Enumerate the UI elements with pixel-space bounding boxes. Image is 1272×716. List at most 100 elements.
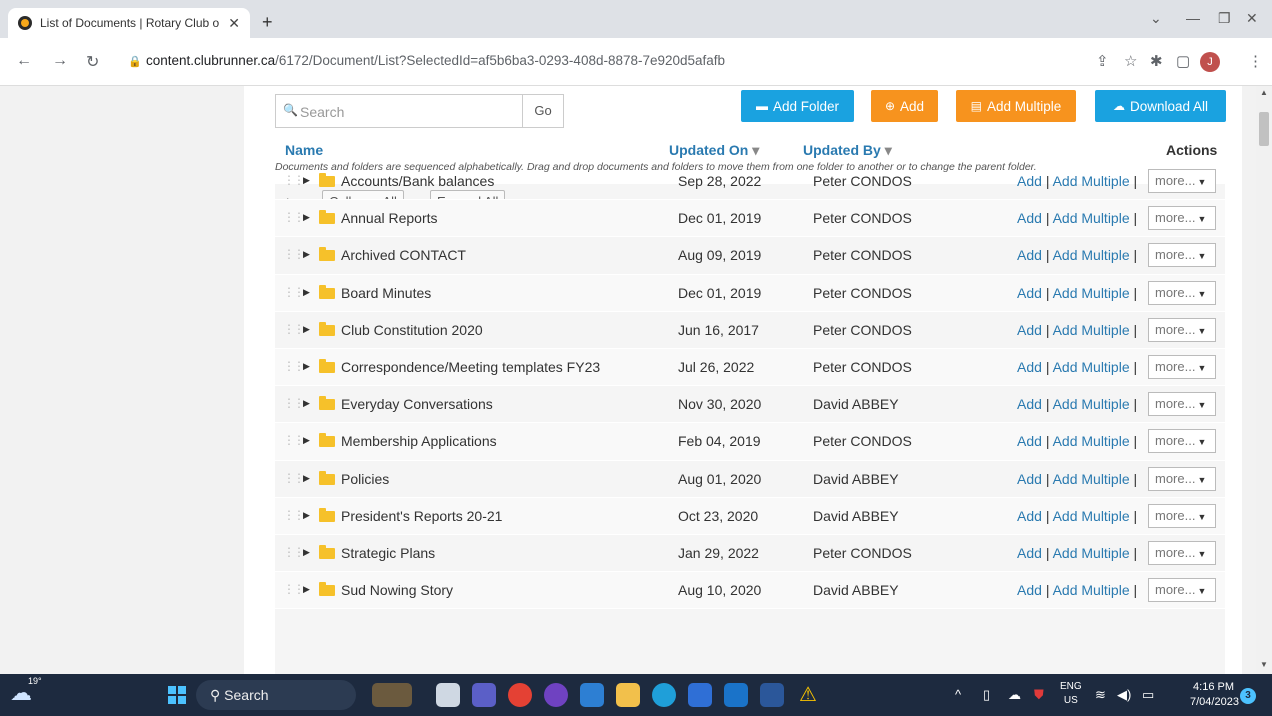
drag-handle-icon[interactable]: ⋮⋮: [283, 210, 305, 224]
row-add-multiple-link[interactable]: Add Multiple: [1053, 582, 1130, 598]
taskbar-search[interactable]: ⚲ Search: [196, 680, 356, 710]
scroll-up-icon[interactable]: ▲: [1260, 88, 1268, 97]
new-tab-button[interactable]: +: [262, 12, 273, 33]
more-dropdown[interactable]: more... ▼: [1148, 243, 1216, 268]
wifi-icon[interactable]: ≋: [1095, 687, 1106, 703]
window-close-icon[interactable]: ✕: [1246, 10, 1258, 27]
row-name[interactable]: Archived CONTACT: [341, 247, 466, 263]
row-name[interactable]: Everyday Conversations: [341, 396, 493, 412]
clock[interactable]: 4:16 PM 7/04/2023: [1190, 680, 1239, 710]
row-add-multiple-link[interactable]: Add Multiple: [1053, 285, 1130, 301]
add-folder-button[interactable]: ▬ Add Folder: [741, 90, 854, 122]
security-icon[interactable]: ⛊: [1034, 687, 1044, 703]
row-add-multiple-link[interactable]: Add Multiple: [1053, 471, 1130, 487]
tray-overflow-icon[interactable]: ^: [955, 687, 961, 702]
row-add-multiple-link[interactable]: Add Multiple: [1053, 173, 1130, 189]
drag-handle-icon[interactable]: ⋮⋮: [283, 582, 305, 596]
expand-caret-icon[interactable]: ▶: [303, 249, 310, 260]
expand-caret-icon[interactable]: ▶: [303, 175, 310, 186]
expand-caret-icon[interactable]: ▶: [303, 398, 310, 409]
store-icon[interactable]: [688, 683, 712, 707]
drag-handle-icon[interactable]: ⋮⋮: [283, 396, 305, 410]
row-name[interactable]: Strategic Plans: [341, 545, 435, 561]
drag-handle-icon[interactable]: ⋮⋮: [283, 359, 305, 373]
row-add-link[interactable]: Add: [1017, 285, 1042, 301]
table-row[interactable]: ⋮⋮ ▶ Everyday Conversations Nov 30, 2020 Dav…: [275, 386, 1225, 424]
drag-handle-icon[interactable]: ⋮⋮: [283, 322, 305, 336]
column-header-updated-by[interactable]: Updated By ▾: [803, 142, 892, 164]
more-dropdown[interactable]: more... ▼: [1148, 169, 1216, 193]
drag-handle-icon[interactable]: ⋮⋮: [283, 471, 305, 485]
add-multiple-button[interactable]: ▤ Add Multiple: [956, 90, 1076, 122]
table-row[interactable]: ⋮⋮ ▶ President's Reports 20-21 Oct 23, 2020…: [275, 497, 1225, 535]
row-add-multiple-link[interactable]: Add Multiple: [1053, 508, 1130, 524]
weather-widget[interactable]: ☁ 19°: [10, 676, 42, 706]
more-dropdown[interactable]: more... ▼: [1148, 280, 1216, 305]
row-add-link[interactable]: Add: [1017, 247, 1042, 263]
expand-caret-icon[interactable]: ▶: [303, 361, 310, 372]
drag-handle-icon[interactable]: ⋮⋮: [283, 173, 305, 187]
vertical-scrollbar[interactable]: ▲ ▼: [1256, 86, 1272, 674]
back-icon[interactable]: ←: [16, 52, 32, 70]
drag-handle-icon[interactable]: ⋮⋮: [283, 247, 305, 261]
app-icon[interactable]: [544, 683, 568, 707]
row-name[interactable]: President's Reports 20-21: [341, 508, 502, 524]
side-panel-icon[interactable]: ▢: [1176, 52, 1190, 70]
battery-icon[interactable]: ▭: [1142, 687, 1154, 703]
chrome-icon[interactable]: [508, 683, 532, 707]
close-tab-icon[interactable]: ✕: [228, 15, 240, 32]
table-row[interactable]: ⋮⋮ ▶ Membership Applications Feb 04, 2019 Pe…: [275, 423, 1225, 461]
table-row[interactable]: ⋮⋮ ▶ Correspondence/Meeting templates FY23…: [275, 348, 1225, 387]
edge-icon[interactable]: [652, 683, 676, 707]
more-dropdown[interactable]: more... ▼: [1148, 540, 1216, 565]
drag-handle-icon[interactable]: ⋮⋮: [283, 508, 305, 522]
row-add-multiple-link[interactable]: Add Multiple: [1053, 359, 1130, 375]
profile-avatar[interactable]: J: [1200, 52, 1220, 72]
column-header-updated-on[interactable]: Updated On ▾: [669, 142, 759, 164]
more-dropdown[interactable]: more... ▼: [1148, 206, 1216, 231]
volume-icon[interactable]: ◀): [1117, 687, 1131, 703]
teams-icon[interactable]: [472, 683, 496, 707]
extensions-icon[interactable]: ✱: [1150, 52, 1163, 70]
file-explorer-icon[interactable]: [616, 683, 640, 707]
bookmark-star-icon[interactable]: ☆: [1124, 52, 1137, 70]
drag-handle-icon[interactable]: ⋮⋮: [283, 545, 305, 559]
warning-icon[interactable]: ⚠: [796, 683, 820, 707]
row-name[interactable]: Board Minutes: [341, 285, 431, 301]
drag-handle-icon[interactable]: ⋮⋮: [283, 433, 305, 447]
go-button[interactable]: Go: [522, 94, 564, 128]
tray-device-icon[interactable]: ▯: [983, 687, 990, 703]
word-icon[interactable]: [760, 683, 784, 707]
more-dropdown[interactable]: more... ▼: [1148, 466, 1216, 491]
expand-caret-icon[interactable]: ▶: [303, 287, 310, 298]
restore-icon[interactable]: ❐: [1218, 10, 1231, 27]
column-header-name[interactable]: Name: [285, 142, 323, 164]
row-add-multiple-link[interactable]: Add Multiple: [1053, 545, 1130, 561]
table-row[interactable]: ⋮⋮ ▶ Annual Reports Dec 01, 2019 Peter CONDO…: [275, 200, 1225, 238]
more-dropdown[interactable]: more... ▼: [1148, 392, 1216, 417]
row-add-link[interactable]: Add: [1017, 210, 1042, 226]
row-add-link[interactable]: Add: [1017, 396, 1042, 412]
expand-caret-icon[interactable]: ▶: [303, 473, 310, 484]
row-name[interactable]: Policies: [341, 471, 389, 487]
row-add-link[interactable]: Add: [1017, 508, 1042, 524]
power-automate-icon[interactable]: [580, 683, 604, 707]
row-add-multiple-link[interactable]: Add Multiple: [1053, 210, 1130, 226]
table-row[interactable]: ⋮⋮ ▶ Sud Nowing Story Aug 10, 2020 David ABB…: [275, 572, 1225, 610]
row-name[interactable]: Sud Nowing Story: [341, 582, 453, 598]
browser-menu-icon[interactable]: ⋮: [1248, 52, 1263, 70]
more-dropdown[interactable]: more... ▼: [1148, 429, 1216, 454]
row-add-multiple-link[interactable]: Add Multiple: [1053, 433, 1130, 449]
download-all-button[interactable]: ☁ Download All: [1095, 90, 1226, 122]
row-add-link[interactable]: Add: [1017, 173, 1042, 189]
search-input[interactable]: Search: [300, 104, 344, 120]
row-add-link[interactable]: Add: [1017, 359, 1042, 375]
add-button[interactable]: ⊕ Add: [871, 90, 938, 122]
expand-caret-icon[interactable]: ▶: [303, 324, 310, 335]
row-add-link[interactable]: Add: [1017, 322, 1042, 338]
browser-tab[interactable]: List of Documents | Rotary Club o ✕: [8, 8, 250, 38]
table-row[interactable]: ⋮⋮ ▶ Policies Aug 01, 2020 David ABBEY Add | …: [275, 461, 1225, 498]
row-add-multiple-link[interactable]: Add Multiple: [1053, 247, 1130, 263]
expand-caret-icon[interactable]: ▶: [303, 510, 310, 521]
row-add-multiple-link[interactable]: Add Multiple: [1053, 396, 1130, 412]
